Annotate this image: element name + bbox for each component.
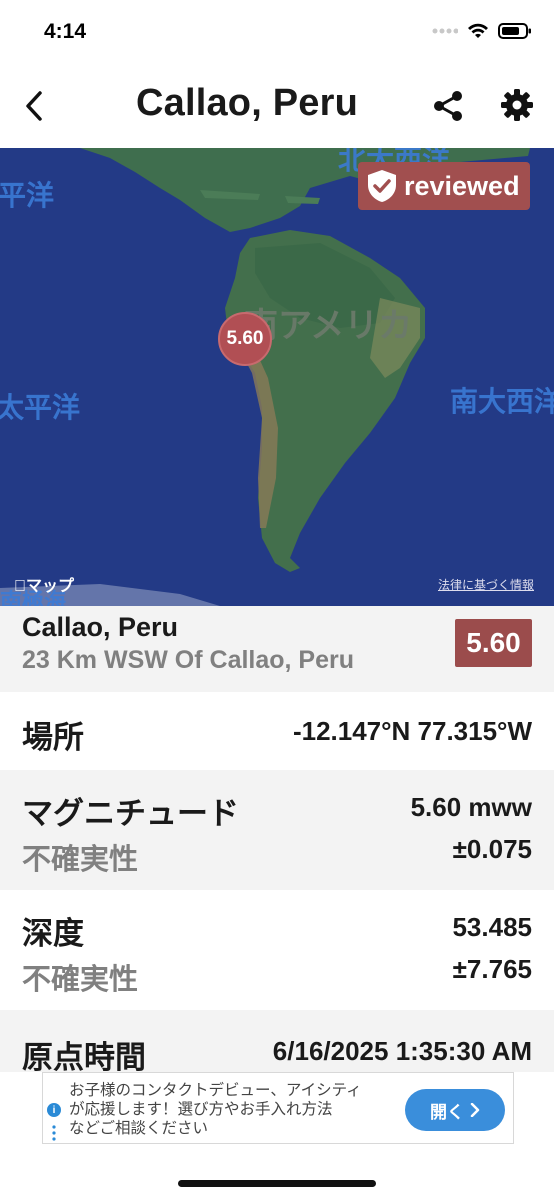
ad-text-line-2: が応援します！選び方やお手入れ方法 [69, 1101, 333, 1118]
legal-link[interactable]: 法律に基づく情報 [438, 576, 534, 593]
ad-text-line-1: お子様のコンタクトデビュー、アイシティ [69, 1082, 362, 1099]
earthquake-marker[interactable]: 5.60 [218, 312, 272, 366]
status-indicators [432, 22, 532, 40]
status-time: 4:14 [44, 20, 87, 43]
page-title: Callao, Peru [135, 82, 359, 124]
wifi-icon [468, 23, 488, 38]
battery-icon [498, 23, 531, 39]
magnitude-badge: 5.60 [455, 619, 532, 667]
signal-icon [432, 28, 458, 34]
ocean-label-south-atlantic: 南大西洋 [450, 386, 554, 417]
ad-banner[interactable]: i お子様のコンタクトデビュー、アイシティ が応援します！選び方やお手入れ方法 … [42, 1072, 514, 1144]
summary-subtitle: 23 Km WSW Of Callao, Peru [22, 646, 355, 674]
reviewed-badge-label: reviewed [404, 170, 520, 201]
ad-text-line-3: などご相談ください [69, 1120, 209, 1137]
settings-button[interactable] [500, 88, 536, 124]
depth-value: 53.485 [452, 912, 532, 942]
maps-logo-label: マップ [14, 578, 74, 595]
map-terrain [0, 148, 554, 606]
depth-uncertainty-label: 不確実性 [22, 964, 139, 996]
gear-icon [501, 89, 533, 121]
magnitude-value: 5.60 mww [410, 792, 532, 822]
summary-title: Callao, Peru [22, 612, 179, 642]
map-view[interactable]: 北大西洋 平洋 南アメリカ 太平洋 南大西洋 南極海 reviewed 5.60… [0, 148, 554, 606]
ocean-label-pacific-left: 太平洋 [0, 392, 81, 423]
origin-time-label: 原点時間 [22, 1040, 146, 1075]
ad-open-button[interactable]: 開く [405, 1089, 505, 1131]
apple-logo-icon:  [14, 578, 26, 595]
depth-uncertainty-value: ±7.765 [452, 954, 532, 984]
ad-text: お子様のコンタクトデビュー、アイシティ が応援します！選び方やお手入れ方法 など… [69, 1081, 399, 1138]
ad-open-label: 開く [430, 1102, 464, 1122]
location-label: 場所 [22, 720, 84, 755]
nav-bar: Callao, Peru [0, 66, 554, 148]
shield-check-icon [368, 170, 396, 202]
info-icon[interactable]: i [47, 1103, 61, 1117]
status-bar: 4:14 [0, 0, 554, 66]
share-icon [434, 91, 462, 121]
magnitude-uncertainty-value: ±0.075 [452, 834, 532, 864]
location-value: -12.147°N 77.315°W [292, 716, 532, 746]
detail-row-depth: 深度 53.485 不確実性 ±7.765 [0, 890, 554, 1010]
depth-label: 深度 [22, 916, 84, 951]
share-button[interactable] [430, 88, 466, 124]
detail-row-origin-time: 原点時間 6/16/2025 1:35:30 AM [0, 1010, 554, 1075]
detail-row-magnitude: マグニチュード 5.60 mww 不確実性 ±0.075 [0, 770, 554, 890]
magnitude-label: マグニチュード [22, 796, 239, 831]
earthquake-summary: Callao, Peru 23 Km WSW Of Callao, Peru 5… [0, 606, 554, 692]
magnitude-uncertainty-label: 不確実性 [22, 844, 139, 876]
detail-row-location: 場所 -12.147°N 77.315°W [0, 692, 554, 770]
chevron-right-icon [470, 1103, 480, 1117]
origin-time-value: 6/16/2025 1:35:30 AM [272, 1036, 532, 1066]
reviewed-badge: reviewed [358, 162, 530, 210]
more-options-icon[interactable] [52, 1125, 56, 1141]
apple-maps-logo: マップ [14, 572, 74, 596]
ocean-label-pacific-top: 平洋 [0, 180, 55, 211]
home-indicator[interactable] [178, 1180, 376, 1187]
